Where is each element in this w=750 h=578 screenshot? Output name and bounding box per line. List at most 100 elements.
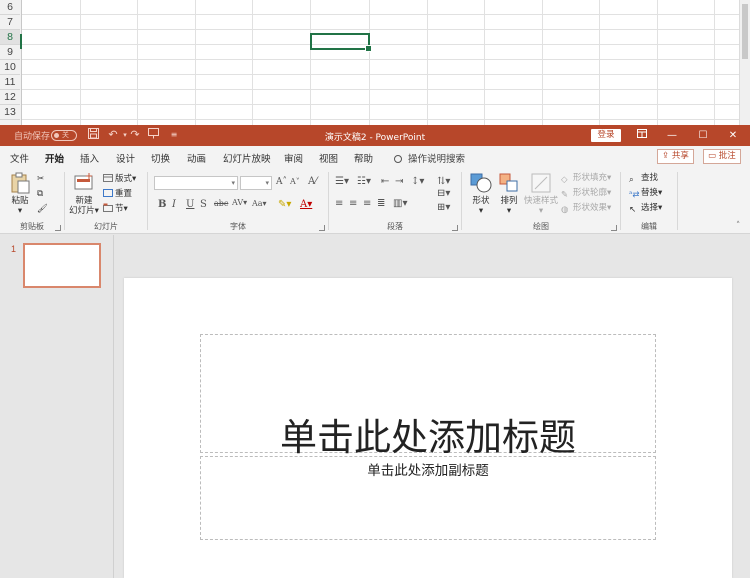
slide-canvas[interactable]: 单击此处添加标题 单击此处添加副标题 (124, 278, 732, 578)
align-left-icon[interactable]: ≡ (335, 198, 343, 209)
increase-indent-icon[interactable]: ⇥ (395, 176, 403, 187)
share-icon: ⇪ (662, 151, 672, 161)
tab-file[interactable]: 文件 (10, 151, 29, 165)
subtitle-placeholder-text[interactable]: 单击此处添加副标题 (201, 459, 655, 479)
tab-slideshow[interactable]: 幻灯片放映 (223, 151, 271, 165)
ribbon-display-options-icon[interactable] (632, 127, 652, 144)
highlight-icon[interactable]: ✎▾ (278, 199, 291, 210)
shape-fill-button[interactable]: ◇ 形状填充▾ (561, 172, 611, 185)
format-painter-icon[interactable]: 🖌 (37, 203, 48, 215)
new-slide-button[interactable]: 新建 幻灯片▾ (69, 172, 99, 216)
arrange-button[interactable]: 排列 ▾ (496, 172, 522, 216)
select-button[interactable]: ↖ 选择▾ (629, 202, 662, 215)
tab-review[interactable]: 审阅 (284, 151, 303, 165)
justify-icon[interactable]: ≣ (377, 198, 385, 209)
font-size-dropdown[interactable]: ▾ (240, 176, 272, 190)
font-color-icon[interactable]: A▾ (300, 199, 312, 210)
bullets-icon[interactable]: ☰▾ (335, 176, 349, 187)
numbering-icon[interactable]: ☷▾ (357, 176, 371, 187)
comment-icon: ▭ (708, 151, 719, 161)
align-right-icon[interactable]: ≡ (363, 198, 371, 209)
convert-smartart-icon[interactable]: ⊞▾ (437, 202, 450, 213)
shape-outline-button[interactable]: ✎ 形状轮廓▾ (561, 187, 611, 200)
align-center-icon[interactable]: ≡ (349, 198, 357, 209)
select-label: 选择 (641, 203, 659, 213)
font-launcher-icon[interactable] (319, 225, 325, 231)
row-header-12[interactable]: 12 (0, 90, 20, 105)
tab-insert[interactable]: 插入 (80, 151, 99, 165)
active-cell[interactable] (310, 33, 372, 52)
collapse-ribbon-icon[interactable]: ˄ (736, 220, 740, 232)
decrease-indent-icon[interactable]: ⇤ (381, 176, 389, 187)
minimize-icon[interactable]: — (662, 127, 682, 144)
row-header-11[interactable]: 11 (0, 75, 20, 90)
login-button[interactable]: 登录 (591, 129, 621, 142)
arrange-icon (498, 172, 520, 194)
slide-thumbnail-1[interactable] (23, 243, 101, 288)
decrease-font-size-icon[interactable]: A˅ (290, 177, 300, 186)
arrange-label: 排列 (500, 196, 518, 206)
layout-button[interactable]: 版式▾ (103, 173, 136, 185)
font-name-dropdown[interactable]: ▾ (154, 176, 238, 190)
paragraph-launcher-icon[interactable] (452, 225, 458, 231)
canvas-vertical-scrollbar[interactable] (740, 235, 750, 578)
powerpoint-window: 自动保存 关 ↶ ▾ ↷ ≡ 演示文稿2 - PowerPoint 登录 — ☐… (0, 125, 750, 578)
row-header-6[interactable]: 6 (0, 0, 20, 15)
slide-thumbnail-pane: 1 (0, 235, 114, 578)
tab-animations[interactable]: 动画 (187, 151, 206, 165)
paste-button[interactable]: 粘贴 ▾ (6, 172, 34, 216)
share-button[interactable]: ⇪ 共享 (657, 149, 694, 164)
row-header-8[interactable]: 8 (0, 30, 20, 45)
title-placeholder-text[interactable]: 单击此处添加标题 (201, 407, 655, 461)
tell-me-search[interactable]: 操作说明搜索 (394, 151, 465, 165)
comments-button[interactable]: ▭ 批注 (703, 149, 741, 164)
tab-home[interactable]: 开始 (45, 151, 65, 170)
section-button[interactable]: 节▾ (103, 203, 128, 215)
find-button[interactable]: ⌕ 查找 (629, 172, 658, 185)
line-spacing-icon[interactable]: ↕▾ (411, 176, 424, 187)
row-header-10[interactable]: 10 (0, 60, 20, 75)
italic-icon[interactable]: I (172, 199, 176, 210)
title-placeholder[interactable]: 单击此处添加标题 (200, 334, 656, 459)
excel-vertical-scrollbar[interactable] (739, 0, 750, 125)
quick-styles-button[interactable]: 快速样式 ▾ (523, 172, 559, 216)
align-text-icon[interactable]: ⊟▾ (437, 188, 450, 199)
grid-line (369, 0, 370, 125)
tab-help[interactable]: 帮助 (354, 151, 373, 165)
strikethrough-icon[interactable]: abc (214, 199, 228, 208)
shape-effects-button[interactable]: ◍ 形状效果▾ (561, 202, 611, 215)
underline-icon[interactable]: U (186, 199, 194, 210)
increase-font-size-icon[interactable]: A˄ (276, 177, 287, 187)
replace-button[interactable]: ᵃ⇄ 替换▾ (629, 187, 662, 200)
maximize-icon[interactable]: ☐ (693, 127, 713, 144)
columns-icon[interactable]: ▥▾ (393, 198, 407, 209)
quick-styles-label: 快速样式 (523, 196, 558, 206)
row-header-9[interactable]: 9 (0, 45, 20, 60)
cut-icon[interactable]: ✂ (37, 173, 44, 185)
character-spacing-icon[interactable]: AV▾ (232, 198, 247, 207)
tab-view[interactable]: 视图 (319, 151, 338, 165)
grid-line (657, 0, 658, 125)
tell-me-label: 操作说明搜索 (408, 154, 466, 165)
subtitle-placeholder[interactable]: 单击此处添加副标题 (200, 456, 656, 540)
text-shadow-icon[interactable]: S (200, 199, 207, 210)
copy-icon[interactable]: ⧉ (37, 188, 43, 200)
shapes-label: 形状 (472, 196, 490, 206)
bold-icon[interactable]: B (158, 199, 166, 210)
drawing-launcher-icon[interactable] (611, 225, 617, 231)
close-icon[interactable]: ✕ (723, 127, 743, 144)
change-case-icon[interactable]: Aa▾ (252, 199, 267, 208)
row-header-7[interactable]: 7 (0, 15, 20, 30)
clear-formatting-icon[interactable]: A⁄ (308, 176, 317, 187)
shape-outline-label: 形状轮廓 (573, 188, 608, 198)
reset-button[interactable]: 重置 (103, 188, 132, 200)
shapes-button[interactable]: 形状 ▾ (468, 172, 494, 216)
text-direction-icon[interactable]: ⇅▾ (437, 176, 450, 187)
tab-design[interactable]: 设计 (116, 151, 135, 165)
scrollbar-thumb[interactable] (742, 4, 748, 59)
grid-line (22, 14, 739, 15)
tab-transitions[interactable]: 切换 (151, 151, 170, 165)
clipboard-launcher-icon[interactable] (55, 225, 61, 231)
title-bar: 自动保存 关 ↶ ▾ ↷ ≡ 演示文稿2 - PowerPoint 登录 — ☐… (0, 125, 750, 146)
row-header-13[interactable]: 13 (0, 105, 20, 120)
